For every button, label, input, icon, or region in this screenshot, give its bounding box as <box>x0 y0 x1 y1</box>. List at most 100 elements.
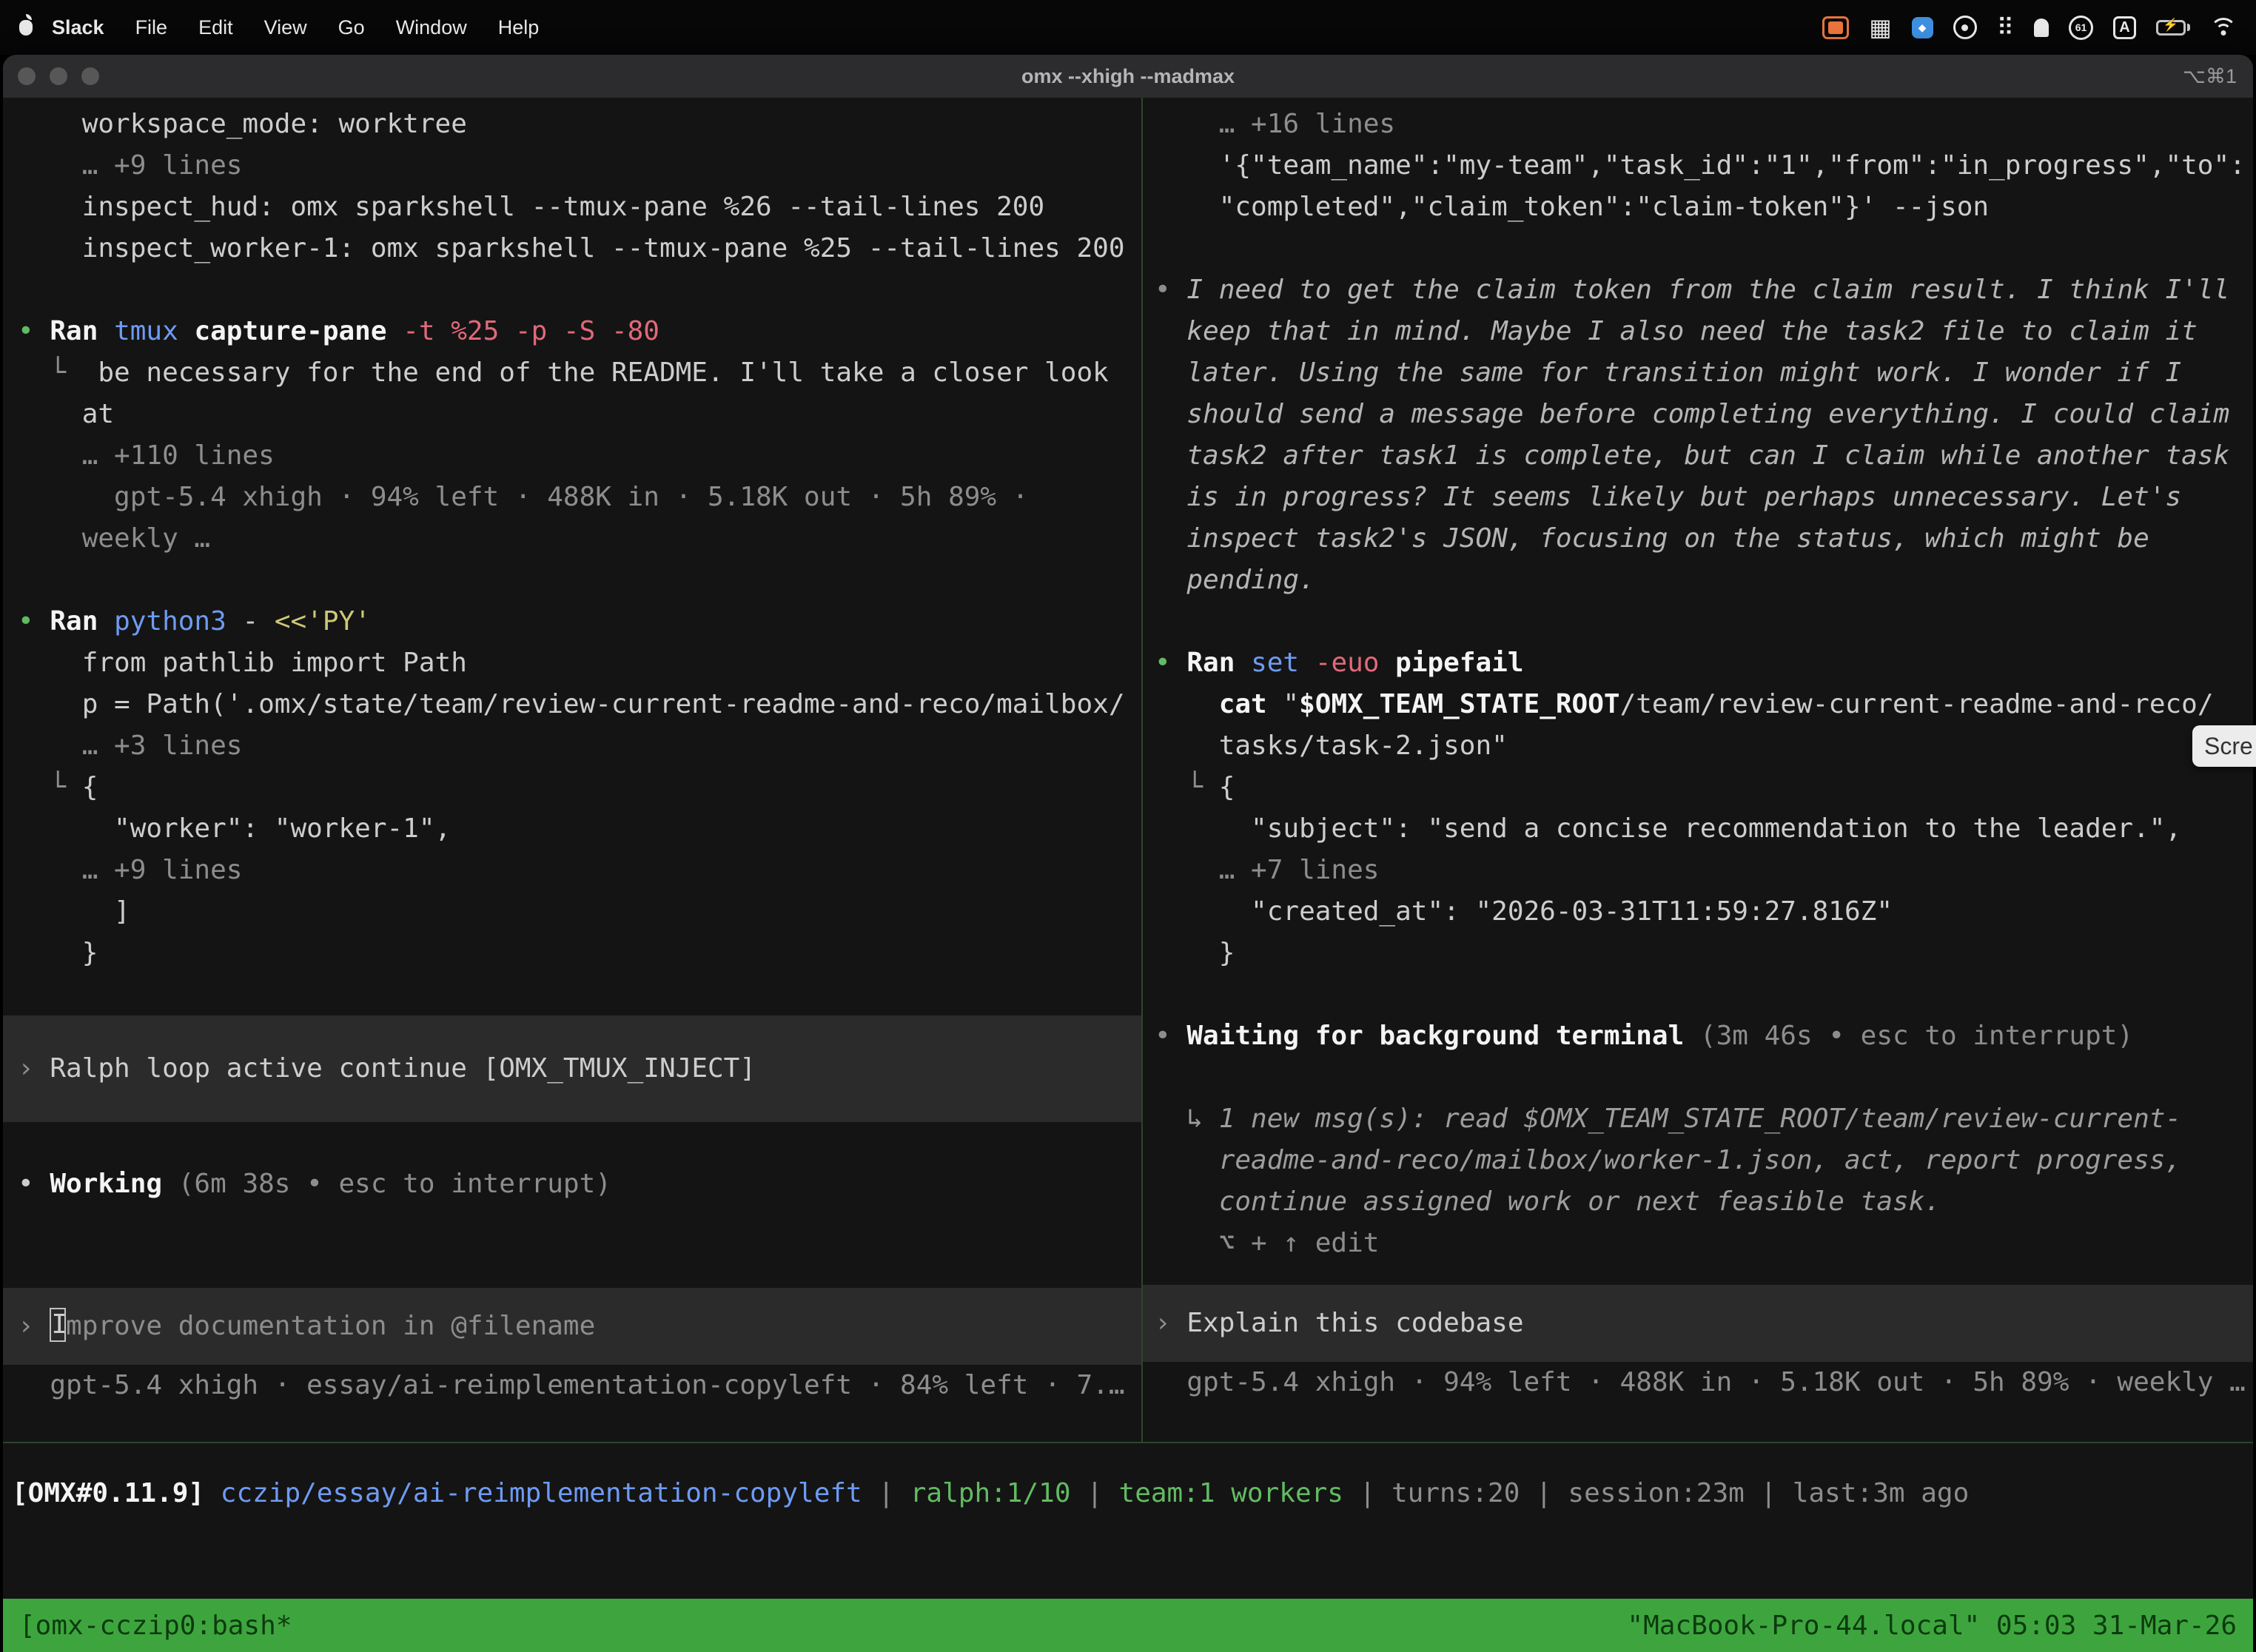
tmux-pane-left[interactable]: workspace_mode: worktree … +9 lines insp… <box>3 98 1141 1442</box>
right-terminal-line: └ { <box>1143 767 2253 808</box>
right-terminal-line: readme-and-reco/mailbox/worker-1.json, a… <box>1143 1140 2253 1181</box>
minimize-button[interactable] <box>50 67 67 85</box>
left-terminal-line <box>3 560 1141 601</box>
left-terminal-line: at <box>3 394 1141 435</box>
right-terminal-line: • Ran set -euo pipefail <box>1143 642 2253 684</box>
circle-app-icon[interactable] <box>1953 16 1977 39</box>
tmux-status-bar: [omx-cczip0:bash* "MacBook-Pro-44.local"… <box>3 1599 2253 1652</box>
left-terminal-line: p = Path('.omx/state/team/review-current… <box>3 684 1141 725</box>
menu-item-view[interactable]: View <box>249 16 323 39</box>
terminal-window: omx --xhigh --madmax ⌥⌘1 workspace_mode:… <box>3 55 2253 1652</box>
right-terminal-line: task2 after task1 is complete, but can I… <box>1143 435 2253 477</box>
dots-grid-icon[interactable]: ⠿ <box>1997 16 2014 39</box>
traffic-lights <box>18 55 99 98</box>
left-terminal-line: from pathlib import Path <box>3 642 1141 684</box>
left-terminal-line: … +3 lines <box>3 725 1141 767</box>
left-terminal-line: › Ralph loop active continue [OMX_TMUX_I… <box>3 1048 1141 1089</box>
left-terminal-line: ] <box>3 891 1141 933</box>
left-terminal-line: └ be necessary for the end of the README… <box>3 352 1141 394</box>
left-terminal-line: } <box>3 933 1141 974</box>
close-button[interactable] <box>18 67 36 85</box>
left-terminal-line: inspect_worker-1: omx sparkshell --tmux-… <box>3 228 1141 269</box>
menu-left: Slack FileEditViewGoWindowHelp <box>19 16 554 39</box>
tmux-window-shortcut: ⌥⌘1 <box>2183 65 2237 88</box>
right-terminal-line <box>1143 228 2253 269</box>
left-terminal-line <box>3 269 1141 311</box>
left-terminal-line <box>3 974 1141 1015</box>
right-terminal-line <box>1143 1057 2253 1098</box>
right-terminal-line: … +7 lines <box>1143 850 2253 891</box>
menu-item-help[interactable]: Help <box>483 16 555 39</box>
prompt-band[interactable]: › Explain this codebase <box>1143 1285 2253 1362</box>
wifi-icon[interactable] <box>2210 18 2237 37</box>
left-terminal-line: └ { <box>3 767 1141 808</box>
right-terminal-line: should send a message before completing … <box>1143 394 2253 435</box>
left-terminal-line: inspect_hud: omx sparkshell --tmux-pane … <box>3 187 1141 228</box>
right-terminal-line: pending. <box>1143 560 2253 601</box>
left-terminal-line: … +9 lines <box>3 145 1141 187</box>
window-title: omx --xhigh --madmax <box>1021 65 1235 88</box>
left-terminal-line: weekly … <box>3 518 1141 560</box>
screenshot-tooltip: Scre <box>2192 725 2256 767</box>
right-terminal-line <box>1143 974 2253 1015</box>
left-terminal-line: • Ran tmux capture-pane -t %25 -p -S -80 <box>3 311 1141 352</box>
right-terminal-line: gpt-5.4 xhigh · 94% left · 488K in · 5.1… <box>1143 1362 2253 1403</box>
battery-icon[interactable]: ⚡ <box>2156 20 2190 36</box>
menu-item-file[interactable]: File <box>120 16 184 39</box>
left-terminal-line: workspace_mode: worktree <box>3 104 1141 145</box>
left-terminal-line: … +9 lines <box>3 850 1141 891</box>
right-terminal-line: keep that in mind. Maybe I also need the… <box>1143 311 2253 352</box>
tmux-session-name: [omx-cczip0:bash* <box>19 1611 292 1641</box>
tmux-host-time: "MacBook-Pro-44.local" 05:03 31-Mar-26 <box>1627 1611 2237 1641</box>
left-terminal-line: gpt-5.4 xhigh · essay/ai-reimplementatio… <box>3 1365 1141 1406</box>
left-terminal-line: … +110 lines <box>3 435 1141 477</box>
right-terminal-line: "completed","claim_token":"claim-token"}… <box>1143 187 2253 228</box>
left-terminal-line: "worker": "worker-1", <box>3 808 1141 850</box>
battery-percent-icon[interactable]: 61 <box>2069 16 2093 40</box>
title-bar[interactable]: omx --xhigh --madmax ⌥⌘1 <box>3 55 2253 98</box>
right-terminal-line: '{"team_name":"my-team","task_id":"1","f… <box>1143 145 2253 187</box>
right-terminal-line: tasks/task-2.json" <box>1143 725 2253 767</box>
text-cursor[interactable]: I <box>50 1308 66 1342</box>
menu-item-window[interactable]: Window <box>380 16 483 39</box>
grid-app-icon[interactable]: ▦ <box>1869 16 1891 39</box>
left-terminal-line <box>3 1205 1141 1246</box>
right-terminal-line: › Explain this codebase <box>1143 1303 2253 1344</box>
right-terminal-line: • Waiting for background terminal (3m 46… <box>1143 1015 2253 1057</box>
right-terminal-line: "created_at": "2026-03-31T11:59:27.816Z" <box>1143 891 2253 933</box>
left-terminal-line <box>3 1246 1141 1288</box>
blue-app-icon[interactable]: ◆ <box>1912 17 1933 38</box>
omx-status-line: [OMX#0.11.9] cczip/essay/ai-reimplementa… <box>3 1473 2253 1514</box>
right-terminal-line: • I need to get the claim token from the… <box>1143 269 2253 311</box>
prompt-band[interactable]: › Improve documentation in @filename <box>3 1288 1141 1365</box>
menu-item-edit[interactable]: Edit <box>183 16 249 39</box>
input-source-icon[interactable]: A <box>2113 16 2136 39</box>
right-terminal-line: ↳ 1 new msg(s): read $OMX_TEAM_STATE_ROO… <box>1143 1098 2253 1140</box>
right-terminal-line: … +16 lines <box>1143 104 2253 145</box>
apple-logo-icon[interactable] <box>19 20 33 36</box>
prompt-band[interactable]: › Ralph loop active continue [OMX_TMUX_I… <box>3 1015 1141 1122</box>
left-terminal-line: › Improve documentation in @filename <box>3 1306 1141 1347</box>
right-terminal-line: cat "$OMX_TEAM_STATE_ROOT/team/review-cu… <box>1143 684 2253 725</box>
right-terminal-line: is in progress? It seems likely but perh… <box>1143 477 2253 518</box>
menu-item-go[interactable]: Go <box>323 16 380 39</box>
terminal-content[interactable]: workspace_mode: worktree … +9 lines insp… <box>3 98 2253 1652</box>
left-terminal-line: • Working (6m 38s • esc to interrupt) <box>3 1164 1141 1205</box>
tmux-pane-right[interactable]: … +16 lines '{"team_name":"my-team","tas… <box>1143 98 2253 1442</box>
zoom-button[interactable] <box>81 67 99 85</box>
right-terminal-line: inspect task2's JSON, focusing on the st… <box>1143 518 2253 560</box>
right-terminal-line: continue assigned work or next feasible … <box>1143 1181 2253 1223</box>
left-terminal-line: • Ran python3 - <<'PY' <box>3 601 1141 642</box>
ghost-app-icon[interactable] <box>2034 19 2049 37</box>
screen-recording-stop-icon[interactable] <box>1822 16 1849 39</box>
left-terminal-line: gpt-5.4 xhigh · 94% left · 488K in · 5.1… <box>3 477 1141 518</box>
right-terminal-line: later. Using the same for transition mig… <box>1143 352 2253 394</box>
menu-status-icons: ▦ ◆ ⠿ 61 A ⚡ <box>1822 16 2237 40</box>
menu-bar: Slack FileEditViewGoWindowHelp ▦ ◆ ⠿ 61 … <box>0 0 2256 55</box>
right-terminal-line: } <box>1143 933 2253 974</box>
left-terminal-line <box>3 1122 1141 1164</box>
right-terminal-line: "subject": "send a concise recommendatio… <box>1143 808 2253 850</box>
right-terminal-line: ⌥ + ↑ edit <box>1143 1223 2253 1264</box>
tmux-panes: workspace_mode: worktree … +9 lines insp… <box>3 98 2253 1442</box>
menu-item-app-name[interactable]: Slack <box>33 16 120 39</box>
